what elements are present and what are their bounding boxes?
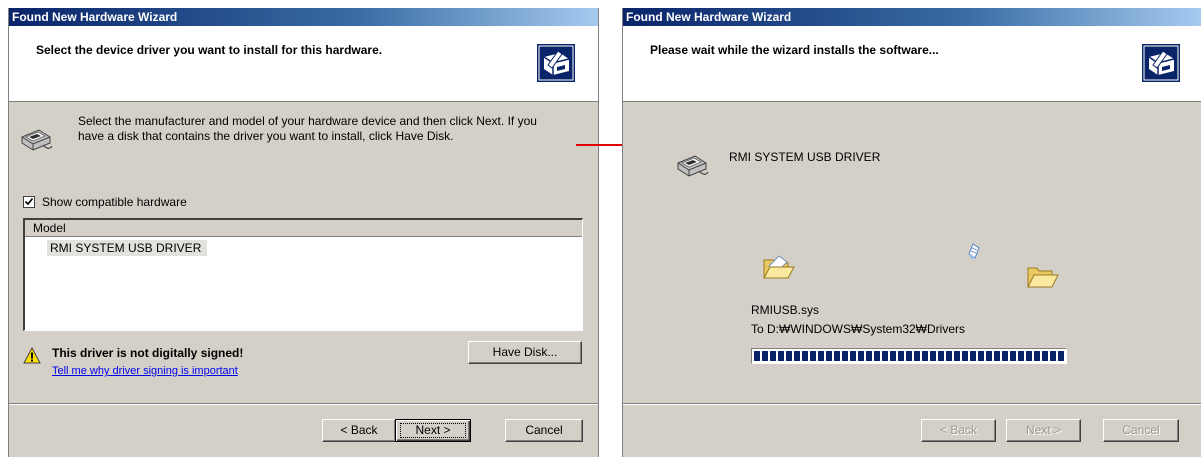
dialog-title: Found New Hardware Wizard: [623, 8, 1201, 26]
warning-text: This driver is not digitally signed!: [52, 346, 244, 360]
back-button[interactable]: < Back: [921, 419, 996, 442]
dialog-header: Please wait while the wizard installs th…: [623, 26, 1201, 102]
install-progress-dialog: Found New Hardware Wizard Please wait wh…: [622, 8, 1201, 457]
instructions-line-2: have a disk that contains the driver you…: [78, 129, 454, 143]
header-text: Please wait while the wizard installs th…: [650, 43, 939, 57]
model-listbox[interactable]: Model RMI SYSTEM USB DRIVER: [23, 218, 583, 331]
hardware-wizard-icon: [1142, 44, 1180, 82]
driver-select-dialog: Found New Hardware Wizard Select the dev…: [8, 8, 599, 457]
folder-icon: [1027, 267, 1059, 288]
usb-device-icon: [21, 129, 53, 151]
list-header-label: Model: [33, 221, 66, 235]
list-header[interactable]: Model: [25, 220, 582, 237]
show-compatible-label[interactable]: Show compatible hardware: [42, 195, 187, 209]
cancel-button[interactable]: Cancel: [1103, 419, 1179, 442]
destination-path: To D:₩WINDOWS₩System32₩Drivers: [751, 322, 965, 336]
install-progress-bar: [751, 348, 1067, 364]
dialog-header: Select the device driver you want to ins…: [9, 26, 598, 102]
progress-fill: [754, 351, 1064, 361]
open-folder-icon: [763, 255, 795, 279]
cancel-button[interactable]: Cancel: [505, 419, 583, 442]
footer-separator: [623, 403, 1201, 405]
usb-device-icon: [677, 155, 709, 177]
device-name: RMI SYSTEM USB DRIVER: [729, 150, 881, 164]
driver-signing-link[interactable]: Tell me why driver signing is important: [52, 365, 238, 377]
next-button[interactable]: Next >: [395, 419, 471, 442]
file-name: RMIUSB.sys: [751, 303, 820, 317]
show-compatible-checkbox[interactable]: [23, 196, 35, 208]
document-icon: [968, 243, 980, 260]
footer-separator: [9, 403, 598, 405]
focus-rect: [400, 423, 466, 438]
next-button[interactable]: Next >: [1006, 419, 1081, 442]
hardware-wizard-icon: [537, 44, 575, 82]
instructions-line-1: Select the manufacturer and model of you…: [78, 114, 537, 128]
dialog-title: Found New Hardware Wizard: [9, 8, 598, 26]
back-button[interactable]: < Back: [322, 419, 396, 442]
checkmark-icon: [24, 197, 34, 206]
have-disk-button[interactable]: Have Disk...: [468, 341, 582, 364]
list-item[interactable]: RMI SYSTEM USB DRIVER: [47, 240, 208, 256]
warning-icon: [23, 347, 41, 364]
header-text: Select the device driver you want to ins…: [36, 43, 383, 57]
